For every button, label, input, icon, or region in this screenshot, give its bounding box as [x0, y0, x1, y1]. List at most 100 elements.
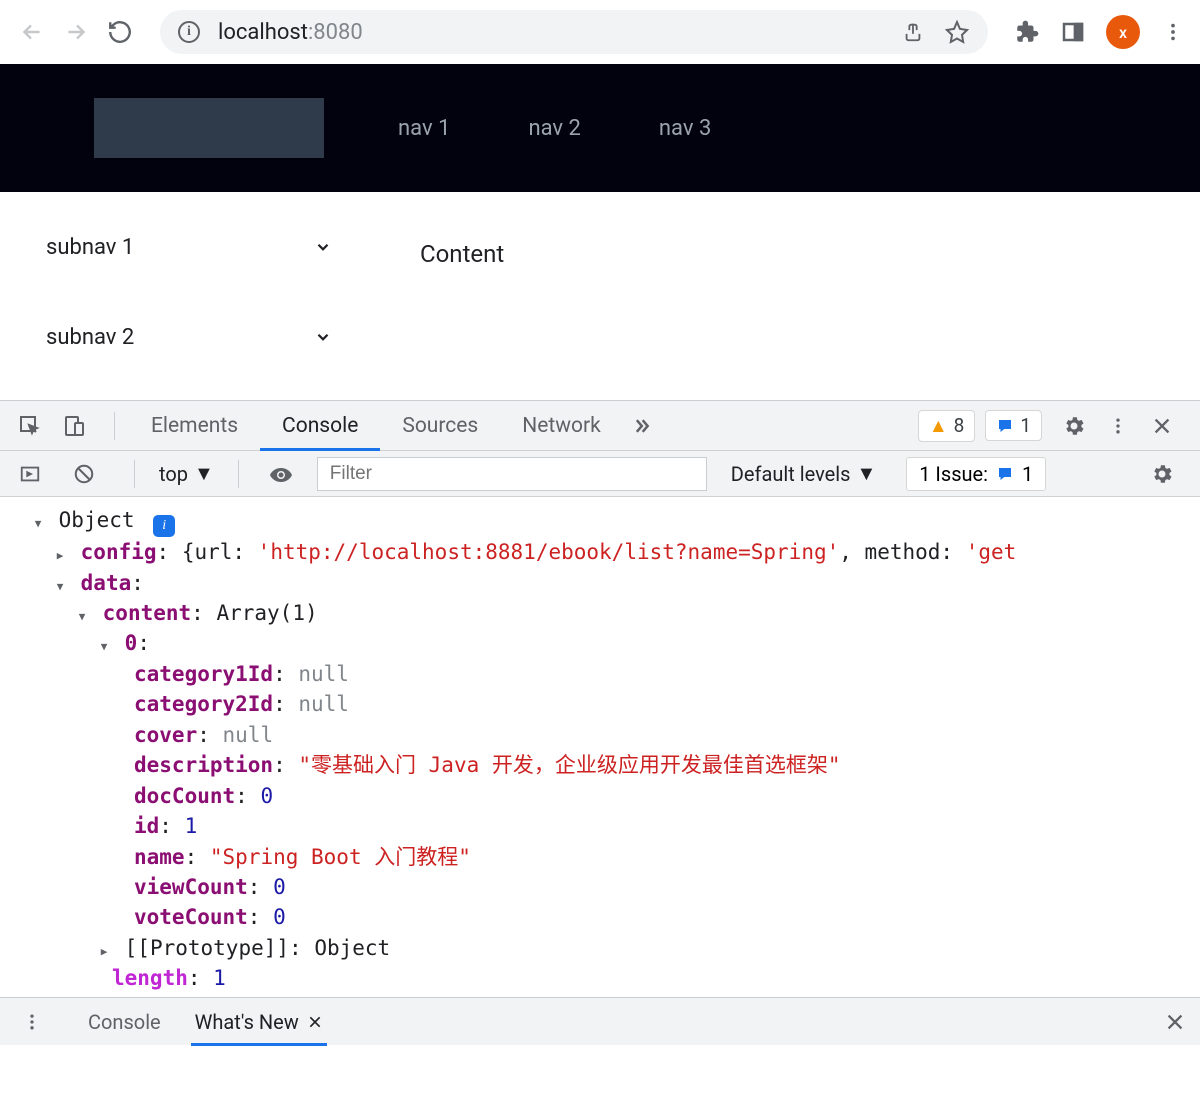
tab-elements[interactable]: Elements — [129, 402, 260, 450]
more-tabs-icon[interactable] — [623, 408, 659, 444]
disclosure-triangle-icon[interactable] — [52, 537, 68, 567]
disclosure-triangle-icon[interactable] — [52, 568, 68, 598]
context-selector[interactable]: top ▼ — [159, 461, 214, 486]
prop-key: id — [134, 814, 159, 838]
config-url: 'http://localhost:8881/ebook/list?name=S… — [258, 540, 840, 564]
console-object-label: Object — [59, 508, 135, 532]
clear-console-icon[interactable] — [66, 456, 102, 492]
content-area: subnav 1 subnav 2 Content — [0, 192, 1200, 400]
url-port: :8080 — [308, 20, 363, 45]
prop-val: null — [223, 723, 274, 747]
nav-link-3[interactable]: nav 3 — [659, 116, 711, 141]
filter-input[interactable] — [317, 457, 707, 491]
drawer-tab-whatsnew[interactable]: What's New — [191, 999, 327, 1045]
prop-key: cover — [134, 723, 197, 747]
prop-key: name — [134, 845, 185, 869]
extensions-icon[interactable] — [1014, 19, 1040, 45]
warnings-count: 8 — [954, 414, 965, 437]
url-text: localhost:8080 — [218, 20, 363, 45]
prop-key-content: content — [103, 601, 192, 625]
disclosure-triangle-icon[interactable] — [96, 933, 112, 963]
nav-link-2[interactable]: nav 2 — [528, 116, 580, 141]
prop-key: viewCount — [134, 875, 248, 899]
prop-key-index0: 0 — [125, 631, 138, 655]
drawer-close-icon[interactable] — [1164, 1011, 1186, 1033]
profile-avatar[interactable]: x — [1106, 15, 1140, 49]
inspect-icon[interactable] — [12, 408, 48, 444]
prop-val: null — [298, 692, 349, 716]
nav-link-1[interactable]: nav 1 — [398, 116, 450, 141]
log-levels-selector[interactable]: Default levels ▼ — [731, 461, 876, 486]
sidebar-item-subnav2[interactable]: subnav 2 — [0, 292, 360, 382]
share-icon[interactable] — [900, 19, 926, 45]
prop-key-length: length — [112, 966, 188, 990]
chevron-down-icon: ▼ — [856, 461, 876, 486]
drawer-tabbar: Console What's New — [0, 997, 1200, 1045]
chevron-down-icon: ▼ — [194, 461, 214, 486]
prop-key: docCount — [134, 784, 235, 808]
chevron-down-icon — [314, 238, 332, 256]
config-method: 'get — [966, 540, 1017, 564]
content-text: Content — [420, 240, 504, 268]
disclosure-triangle-icon[interactable] — [30, 505, 46, 535]
sidebar-item-subnav1[interactable]: subnav 1 — [0, 202, 360, 292]
drawer-tab-console[interactable]: Console — [84, 999, 165, 1045]
message-icon — [996, 417, 1014, 435]
disclosure-triangle-icon[interactable] — [96, 628, 112, 658]
drawer-tab-label: What's New — [195, 1010, 299, 1034]
avatar-letter: x — [1119, 23, 1127, 42]
message-icon — [996, 465, 1014, 483]
main-content: Content — [360, 192, 564, 400]
chevron-down-icon — [314, 328, 332, 346]
page-nav: nav 1 nav 2 nav 3 — [398, 116, 711, 141]
levels-label: Default levels — [731, 462, 851, 486]
tab-network[interactable]: Network — [500, 402, 623, 450]
issues-box[interactable]: 1 Issue: 1 — [906, 457, 1046, 491]
live-expression-icon[interactable] — [263, 456, 299, 492]
devtools-kebab-icon[interactable] — [1100, 408, 1136, 444]
forward-button[interactable] — [58, 14, 94, 50]
console-filter-bar: top ▼ Default levels ▼ 1 Issue: 1 — [0, 451, 1200, 497]
messages-badge[interactable]: 1 — [985, 410, 1042, 441]
gear-icon[interactable] — [1056, 408, 1092, 444]
bookmark-icon[interactable] — [944, 19, 970, 45]
prop-key-prototype: [[Prototype]] — [125, 936, 289, 960]
tab-sources[interactable]: Sources — [380, 402, 500, 450]
site-info-icon[interactable]: i — [178, 21, 200, 43]
disclosure-triangle-icon[interactable] — [74, 598, 90, 628]
prop-val: null — [298, 662, 349, 686]
config-mid: , method: — [839, 540, 965, 564]
close-icon[interactable] — [307, 1014, 323, 1030]
messages-count: 1 — [1020, 414, 1031, 437]
drawer-kebab-icon[interactable] — [14, 1004, 50, 1040]
reload-button[interactable] — [102, 14, 138, 50]
prototype-val: Object — [314, 936, 390, 960]
console-settings-gear-icon[interactable] — [1144, 456, 1180, 492]
browser-toolbar: i localhost:8080 x — [0, 0, 1200, 64]
sidebar-toggle-icon[interactable] — [12, 456, 48, 492]
panel-icon[interactable] — [1060, 19, 1086, 45]
device-toolbar-icon[interactable] — [56, 408, 92, 444]
prop-key-data: data — [81, 571, 132, 595]
prop-val: 1 — [185, 814, 198, 838]
close-devtools-icon[interactable] — [1144, 408, 1180, 444]
tab-console[interactable]: Console — [260, 402, 380, 450]
console-output: Object i config: {url: 'http://localhost… — [0, 497, 1200, 997]
prop-key: description — [134, 753, 273, 777]
prop-val: 0 — [273, 875, 286, 899]
prop-val: "零基础入门 Java 开发，企业级应用开发最佳首选框架" — [298, 753, 840, 777]
prop-val: 0 — [273, 905, 286, 929]
info-badge-icon[interactable]: i — [153, 515, 175, 537]
warnings-badge[interactable]: ▲ 8 — [918, 410, 976, 442]
address-bar[interactable]: i localhost:8080 — [160, 10, 988, 54]
url-host: localhost — [218, 20, 308, 45]
content-value: Array(1) — [216, 601, 317, 625]
prop-key: voteCount — [134, 905, 248, 929]
issues-label: 1 Issue: — [919, 462, 988, 486]
sidebar-item-label: subnav 1 — [46, 235, 134, 260]
sidebar-item-label: subnav 2 — [46, 325, 134, 350]
back-button[interactable] — [14, 14, 50, 50]
config-prefix: {url: — [182, 540, 258, 564]
kebab-menu-icon[interactable] — [1160, 19, 1186, 45]
page-header: nav 1 nav 2 nav 3 — [0, 64, 1200, 192]
